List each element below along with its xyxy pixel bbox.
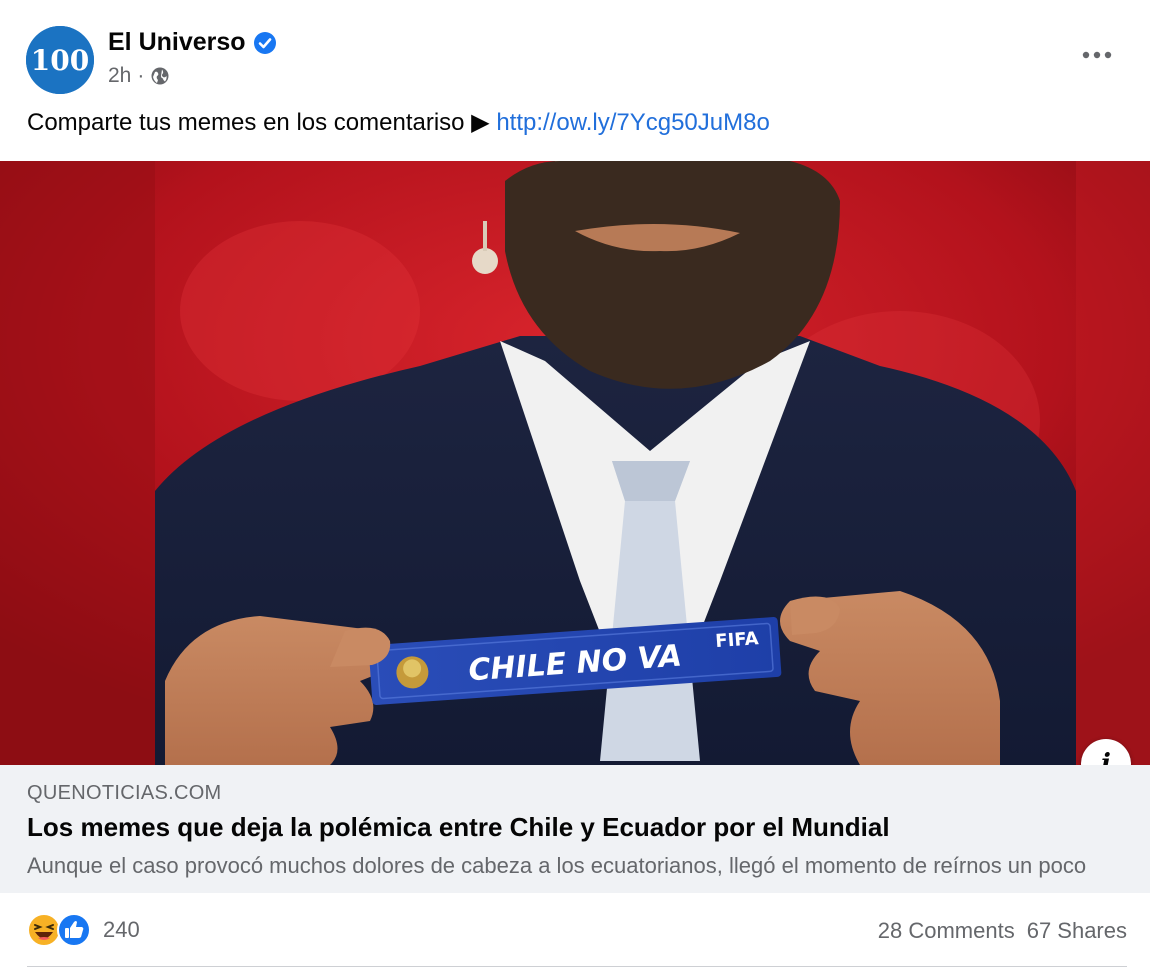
verified-badge-icon bbox=[253, 31, 276, 54]
meta-separator: · bbox=[137, 64, 145, 87]
post-photo: CHILE NO VA FIFA bbox=[0, 161, 1150, 765]
post-time[interactable]: 2h bbox=[108, 64, 131, 88]
reaction-count: 240 bbox=[103, 917, 140, 942]
reaction-icons bbox=[27, 912, 95, 948]
haha-reaction-icon bbox=[27, 913, 61, 947]
reactions-summary[interactable]: 240 bbox=[27, 912, 140, 948]
page-name-row: El Universo bbox=[108, 28, 276, 57]
page-avatar[interactable]: 100 bbox=[26, 26, 94, 94]
facebook-post: 100 El Universo 2h · Comparte tus memes … bbox=[0, 0, 1150, 970]
caption-link[interactable]: http://ow.ly/7Ycg50JuM8o bbox=[496, 109, 770, 136]
engagement-counts: 28 Comments 67 Shares bbox=[878, 918, 1127, 944]
more-options-icon bbox=[1082, 51, 1112, 59]
avatar-logo-text: 100 bbox=[31, 44, 89, 77]
link-description: Aunque el caso provocó muchos dolores de… bbox=[27, 853, 1087, 878]
fifa-text: FIFA bbox=[715, 628, 760, 652]
more-options-button[interactable] bbox=[1072, 36, 1122, 74]
link-preview[interactable]: QUENOTICIAS.COM Los memes que deja la po… bbox=[0, 765, 1150, 893]
link-domain: QUENOTICIAS.COM bbox=[27, 782, 222, 804]
comments-count[interactable]: 28 Comments bbox=[878, 918, 1015, 944]
post-header: 100 El Universo 2h · bbox=[0, 0, 1150, 100]
post-meta: 2h · bbox=[108, 64, 170, 88]
like-reaction-icon bbox=[57, 913, 91, 947]
divider bbox=[27, 966, 1127, 967]
caption-text: Comparte tus memes en los comentariso ▶ bbox=[27, 109, 497, 136]
shares-count[interactable]: 67 Shares bbox=[1027, 918, 1127, 944]
page-name[interactable]: El Universo bbox=[108, 28, 246, 57]
globe-icon[interactable] bbox=[150, 66, 170, 86]
el-universo-logo: 100 bbox=[26, 26, 94, 94]
post-caption: Comparte tus memes en los comentariso ▶ … bbox=[27, 108, 770, 137]
post-image[interactable]: CHILE NO VA FIFA bbox=[0, 161, 1150, 765]
link-title[interactable]: Los memes que deja la polémica entre Chi… bbox=[27, 812, 890, 843]
